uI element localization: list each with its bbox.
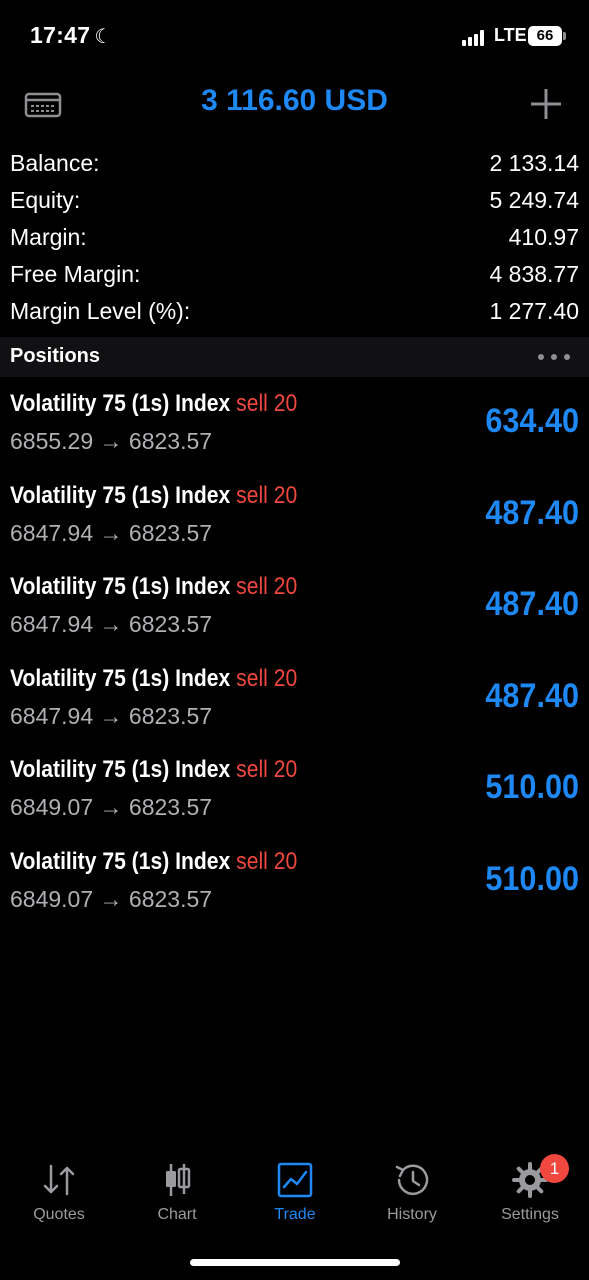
summary-label: Balance: — [10, 150, 100, 176]
position-symbol-line: Volatility 75 (1s) Index sell 20 — [10, 390, 297, 418]
battery-level: 66 — [536, 27, 554, 44]
positions-list: Volatility 75 (1s) Index sell 20 6855.29… — [0, 382, 589, 931]
tab-label: Quotes — [33, 1206, 85, 1223]
quotes-arrows-icon — [43, 1164, 75, 1196]
position-profit: 510.00 — [485, 768, 579, 806]
position-side: sell 20 — [236, 573, 298, 600]
summary-label: Margin Level (%): — [10, 298, 191, 324]
positions-title: Positions — [10, 345, 101, 367]
status-bar: 17:47 ☾ LTE 66 — [0, 0, 589, 70]
network-type: LTE — [494, 25, 527, 45]
position-row[interactable]: Volatility 75 (1s) Index sell 20 6847.94… — [0, 657, 589, 749]
clock-time: 17:47 — [30, 22, 91, 48]
summary-label: Free Margin: — [10, 261, 141, 287]
status-time: 17:47 ☾ — [30, 22, 113, 49]
position-prices: 6849.07 → 6823.57 — [10, 794, 213, 820]
summary-row-margin: Margin: 410.97 — [10, 219, 579, 256]
position-prices: 6847.94 → 6823.57 — [10, 611, 213, 637]
tab-quotes[interactable]: Quotes — [0, 1150, 118, 1224]
summary-label: Equity: — [10, 187, 81, 213]
account-summary: Balance: 2 133.14 Equity: 5 249.74 Margi… — [10, 145, 579, 330]
position-symbol: Volatility 75 (1s) Index — [10, 847, 231, 875]
history-clock-icon — [395, 1164, 429, 1196]
tab-chart[interactable]: Chart — [118, 1150, 236, 1224]
tab-trade[interactable]: Trade — [236, 1150, 354, 1224]
position-symbol: Volatility 75 (1s) Index — [10, 664, 231, 692]
summary-row-free-margin: Free Margin: 4 838.77 — [10, 256, 579, 293]
tab-settings[interactable]: Settings — [471, 1150, 589, 1224]
position-symbol-line: Volatility 75 (1s) Index sell 20 — [10, 848, 297, 876]
home-indicator[interactable] — [190, 1259, 400, 1266]
position-profit: 487.40 — [485, 585, 579, 623]
summary-value: 410.97 — [508, 224, 579, 250]
tab-bar: Quotes Chart Trade History Settings — [0, 1150, 589, 1240]
position-symbol-line: Volatility 75 (1s) Index sell 20 — [10, 665, 297, 693]
positions-section-header: Positions — [0, 337, 589, 377]
header: 3 116.60 USD — [0, 70, 589, 140]
position-side: sell 20 — [236, 664, 298, 692]
position-side: sell 20 — [236, 390, 298, 417]
position-row[interactable]: Volatility 75 (1s) Index sell 20 6849.07… — [0, 840, 589, 932]
position-row[interactable]: Volatility 75 (1s) Index sell 20 6847.94… — [0, 474, 589, 566]
plus-icon[interactable] — [528, 86, 564, 122]
position-row[interactable]: Volatility 75 (1s) Index sell 20 6849.07… — [0, 748, 589, 840]
tab-label: History — [387, 1206, 437, 1223]
position-symbol-line: Volatility 75 (1s) Index sell 20 — [10, 573, 297, 601]
tab-label: Trade — [274, 1206, 316, 1223]
position-symbol: Volatility 75 (1s) Index — [10, 573, 231, 600]
summary-row-equity: Equity: 5 249.74 — [10, 182, 579, 219]
summary-row-margin-level: Margin Level (%): 1 277.40 — [10, 293, 579, 330]
tab-history[interactable]: History — [353, 1150, 471, 1224]
position-symbol: Volatility 75 (1s) Index — [10, 390, 231, 417]
candlestick-chart-icon — [166, 1164, 191, 1196]
position-symbol: Volatility 75 (1s) Index — [10, 756, 231, 783]
position-prices: 6849.07 → 6823.57 — [10, 885, 213, 912]
account-balance-title: 3 116.60 USD — [201, 84, 388, 117]
position-symbol-line: Volatility 75 (1s) Index sell 20 — [10, 756, 297, 784]
moon-icon: ☾ — [94, 26, 113, 48]
summary-value: 2 133.14 — [489, 150, 579, 176]
battery-tip — [563, 32, 566, 40]
position-symbol: Volatility 75 (1s) Index — [10, 481, 231, 509]
position-row[interactable]: Volatility 75 (1s) Index sell 20 6855.29… — [0, 382, 589, 474]
more-options-icon[interactable] — [537, 350, 571, 362]
position-side: sell 20 — [236, 481, 298, 509]
summary-value: 4 838.77 — [489, 261, 579, 287]
position-profit: 487.40 — [485, 676, 579, 715]
position-prices: 6855.29 → 6823.57 — [10, 428, 213, 454]
position-row[interactable]: Volatility 75 (1s) Index sell 20 6847.94… — [0, 565, 589, 657]
position-profit: 510.00 — [485, 859, 579, 898]
position-side: sell 20 — [236, 847, 298, 875]
cellular-signal-icon — [462, 30, 488, 46]
battery-icon: 66 — [528, 26, 562, 46]
tab-label: Chart — [157, 1206, 197, 1223]
position-symbol-line: Volatility 75 (1s) Index sell 20 — [10, 482, 297, 510]
position-profit: 487.40 — [485, 493, 579, 532]
summary-label: Margin: — [10, 224, 87, 250]
position-prices: 6847.94 → 6823.57 — [10, 702, 213, 729]
trade-chart-icon — [277, 1162, 313, 1198]
tab-label: Settings — [501, 1206, 559, 1223]
summary-value: 5 249.74 — [489, 187, 579, 213]
position-prices: 6847.94 → 6823.57 — [10, 519, 213, 546]
position-side: sell 20 — [236, 756, 298, 783]
summary-value: 1 277.40 — [489, 298, 579, 324]
notification-badge: 1 — [540, 1154, 569, 1183]
position-profit: 634.40 — [485, 402, 579, 440]
summary-row-balance: Balance: 2 133.14 — [10, 145, 579, 182]
